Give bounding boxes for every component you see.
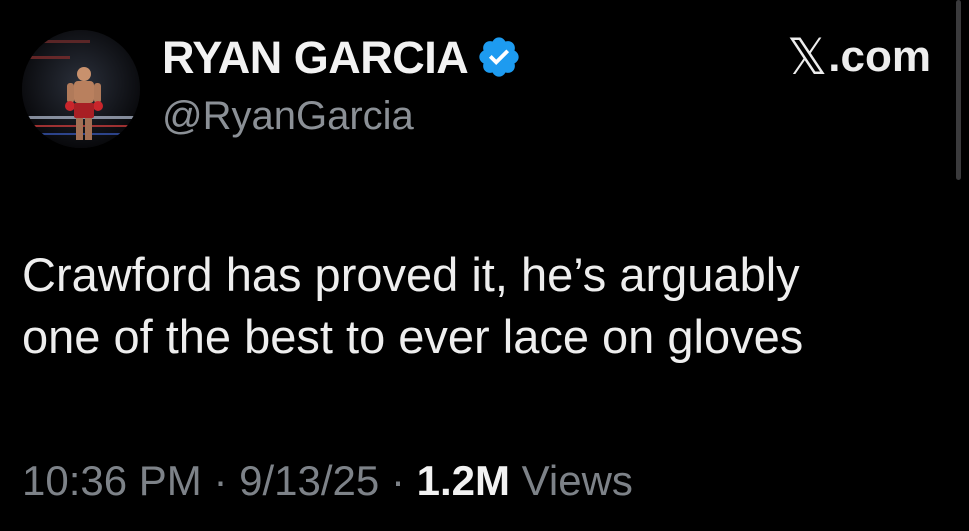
tweet-text: Crawford has proved it, he’s arguably on… [22, 244, 952, 368]
tweet-time[interactable]: 10:36 PM [22, 457, 202, 504]
scrollbar[interactable] [956, 0, 961, 180]
views-label: Views [521, 457, 633, 504]
display-name[interactable]: RYAN GARCIA [162, 35, 469, 80]
tweet-meta: 10:36 PM · 9/13/25 · 1.2M Views [22, 460, 633, 502]
verified-badge-icon [476, 34, 522, 80]
meta-separator: · [213, 457, 228, 504]
source-domain: .com [828, 32, 931, 81]
tweet-line: Crawford has proved it, he’s arguably [22, 248, 800, 301]
x-logo-icon: 𝕏 [787, 29, 828, 85]
tweet-date[interactable]: 9/13/25 [239, 457, 379, 504]
meta-separator: · [390, 457, 405, 504]
author-name-row: RYAN GARCIA [162, 30, 522, 84]
author-handle[interactable]: @RyanGarcia [162, 96, 414, 136]
views-count[interactable]: 1.2M [417, 457, 510, 504]
source-label[interactable]: 𝕏 .com [787, 30, 931, 84]
boxer-in-ring-avatar-icon [22, 30, 140, 148]
tweet-line: one of the best to ever lace on gloves [22, 310, 804, 363]
avatar[interactable] [22, 30, 140, 148]
